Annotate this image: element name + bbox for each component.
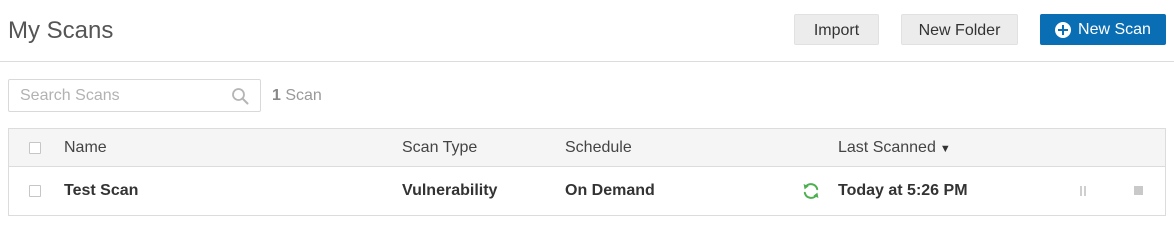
page-title: My Scans (8, 17, 114, 44)
scan-type: Vulnerability (402, 182, 498, 199)
search-box[interactable] (8, 79, 261, 112)
table-header: Name Scan Type Schedule Last Scanned ▼ (9, 129, 1165, 167)
new-folder-button[interactable]: New Folder (901, 14, 1018, 45)
column-header-schedule[interactable]: Schedule (565, 138, 632, 158)
plus-circle-icon (1055, 21, 1072, 38)
scan-count-number: 1 (272, 87, 281, 104)
new-scan-label: New Scan (1078, 21, 1151, 38)
column-header-last-scanned[interactable]: Last Scanned ▼ (838, 138, 951, 159)
scan-schedule: On Demand (565, 182, 655, 199)
new-scan-button[interactable]: New Scan (1040, 14, 1166, 45)
scan-count-label: Scan (285, 87, 322, 104)
row-checkbox[interactable] (29, 185, 41, 197)
header-divider (0, 61, 1174, 62)
scan-count: 1 Scan (272, 86, 322, 106)
refresh-icon (803, 183, 819, 199)
stop-icon[interactable] (1134, 186, 1143, 195)
search-icon[interactable] (231, 87, 249, 105)
sort-descending-icon: ▼ (939, 143, 951, 155)
search-input[interactable] (9, 80, 219, 111)
column-header-name[interactable]: Name (64, 138, 107, 158)
pause-icon[interactable] (1080, 186, 1087, 196)
column-header-last-scanned-label: Last Scanned (838, 139, 936, 156)
column-header-scan-type[interactable]: Scan Type (402, 138, 477, 158)
table-row[interactable]: Test Scan Vulnerability On Demand Today … (9, 167, 1165, 215)
scans-table: Name Scan Type Schedule Last Scanned ▼ Te… (8, 128, 1166, 216)
import-button[interactable]: Import (794, 14, 879, 45)
select-all-checkbox[interactable] (29, 142, 41, 154)
scan-name[interactable]: Test Scan (64, 181, 138, 201)
last-scanned-time: Today at 5:26 PM (838, 182, 968, 199)
